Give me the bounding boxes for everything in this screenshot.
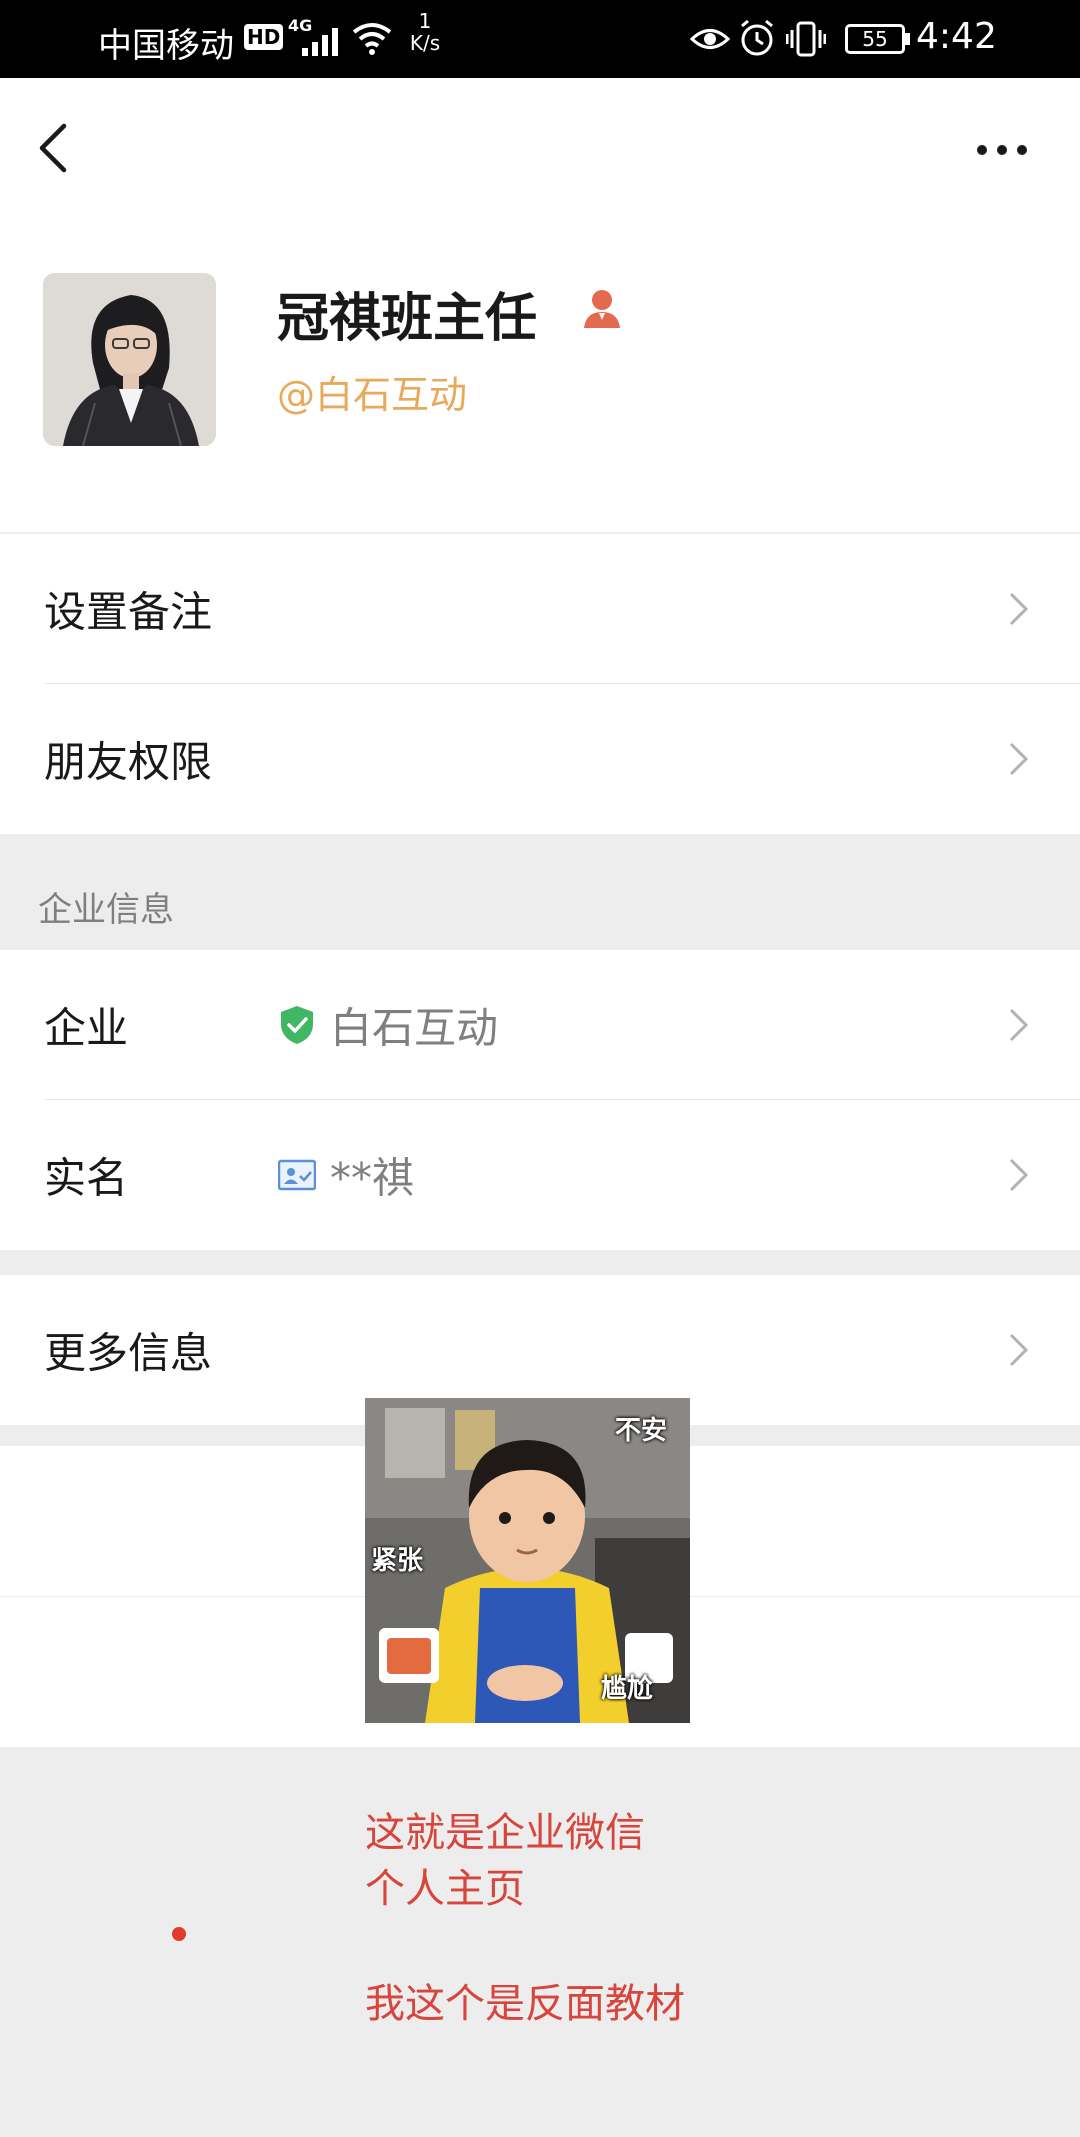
company-tag[interactable]: @白石互动 (277, 364, 467, 419)
chevron-right-icon (1009, 1008, 1029, 1042)
clock: 4:42 (916, 16, 997, 57)
settings-group: 设置备注 朋友权限 (0, 534, 1080, 834)
company-label: 企业 (44, 1003, 129, 1053)
enterprise-group: 企业 白石互动 实名 **祺 (0, 950, 1080, 1250)
chevron-right-icon (1009, 742, 1029, 776)
real-name-row[interactable]: 实名 **祺 (0, 1100, 1080, 1250)
company-value: 白石互动 (330, 1003, 499, 1053)
chevron-right-icon (1009, 1158, 1029, 1192)
more-options-icon[interactable] (972, 130, 1032, 170)
back-icon[interactable] (30, 118, 80, 178)
network-speed: 1 K/s (405, 10, 445, 54)
meme-word: 不安 (615, 1416, 668, 1446)
real-name-value: **祺 (330, 1153, 415, 1203)
status-bar: 中国移动 HD 4G 1 K/s 55 4:42 (0, 0, 1080, 78)
friend-permission-label: 朋友权限 (44, 737, 213, 787)
red-dot (172, 1927, 186, 1941)
meme-word: 尴尬 (601, 1674, 654, 1704)
company-row[interactable]: 企业 白石互动 (0, 950, 1080, 1100)
signal-icon (302, 28, 338, 56)
profile-header: 冠祺班主任 @白石互动 (0, 78, 1080, 532)
real-name-label: 实名 (44, 1153, 129, 1203)
enterprise-info-heading: 企业信息 (38, 890, 174, 930)
set-remark-row[interactable]: 设置备注 (0, 534, 1080, 684)
battery-tip (905, 33, 910, 45)
friend-permission-row[interactable]: 朋友权限 (0, 684, 1080, 834)
network-speed-unit: K/s (409, 31, 441, 55)
carrier-name: 中国移动 (98, 26, 234, 66)
network-speed-value: 1 (418, 9, 432, 33)
avatar-portrait (43, 273, 216, 446)
verified-shield-icon (281, 1006, 313, 1044)
chevron-right-icon (1009, 1333, 1029, 1367)
eye-comfort-icon (690, 29, 730, 49)
profile-name: 冠祺班主任 (277, 289, 538, 349)
person-badge-icon (584, 290, 620, 328)
alarm-icon (741, 19, 773, 56)
meme-word: 紧张 (371, 1546, 424, 1576)
hd-badge: HD (244, 24, 284, 50)
chevron-right-icon (1009, 592, 1029, 626)
wifi-icon (352, 23, 392, 55)
annotation-line: 个人主页 (365, 1866, 525, 1912)
vibrate-icon (786, 21, 826, 57)
avatar[interactable] (43, 273, 216, 446)
battery-indicator: 55 (845, 24, 905, 54)
id-card-icon (278, 1159, 316, 1191)
annotation-text: 这就是企业微信 个人主页 (365, 1805, 645, 1917)
annotation-text: 我这个是反面教材 (365, 1981, 685, 2027)
annotation-line: 这就是企业微信 (365, 1810, 645, 1856)
more-info-label: 更多信息 (44, 1328, 213, 1378)
set-remark-label: 设置备注 (44, 587, 213, 637)
meme-image: 不安 紧张 尴尬 (365, 1398, 690, 1723)
